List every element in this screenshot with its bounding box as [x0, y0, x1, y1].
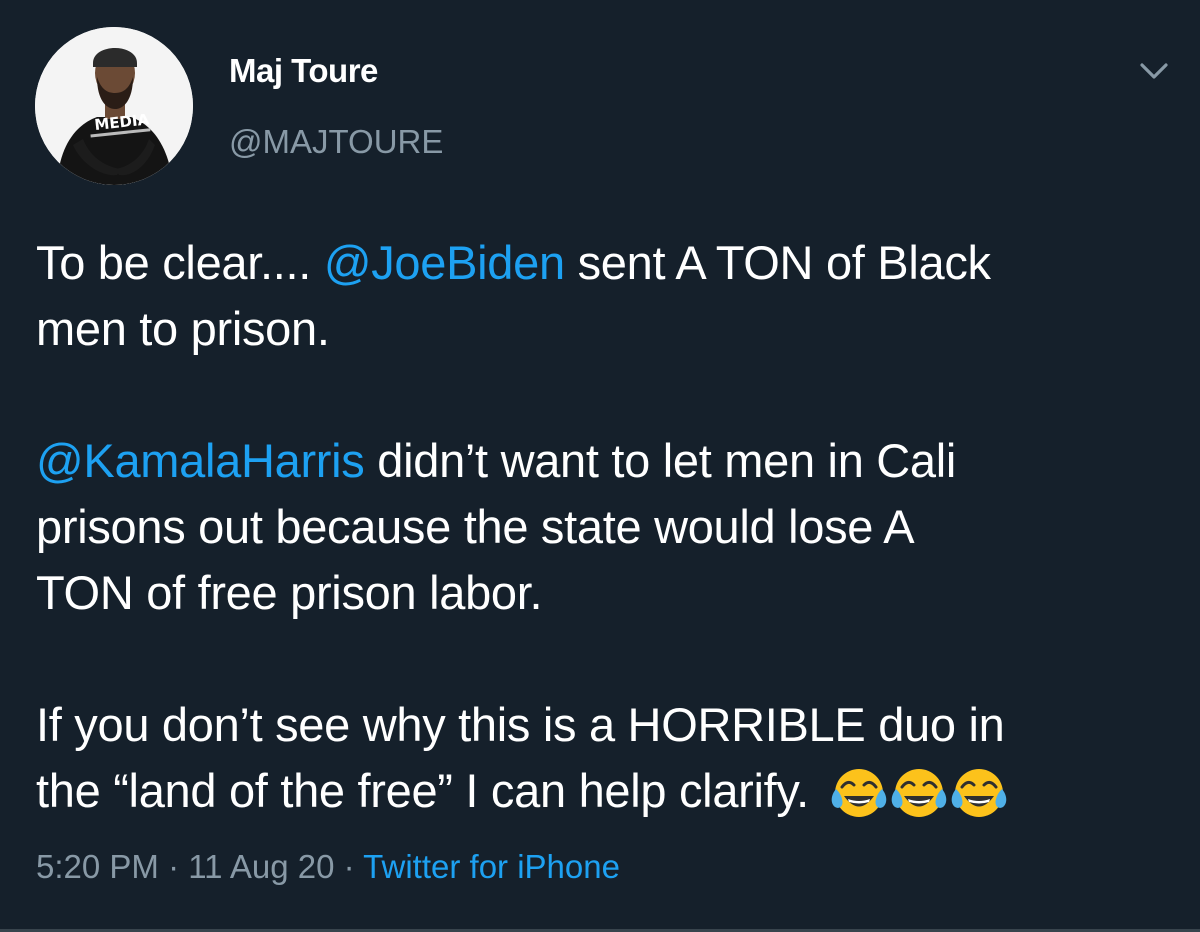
tweet-line: @KamalaHarris didn’t want to let men in …	[36, 428, 1176, 494]
text-segment: sent A TON of Black	[564, 236, 991, 289]
tweet-line: prisons out because the state would lose…	[36, 500, 915, 553]
face-with-tears-of-joy-icon	[890, 763, 948, 821]
mention-link-joebiden[interactable]: @JoeBiden	[324, 236, 565, 289]
tweet-time[interactable]: 5:20 PM	[36, 848, 159, 885]
tweet-text: To be clear.... @JoeBiden sent A TON of …	[36, 230, 1176, 824]
face-with-tears-of-joy-icon	[830, 763, 888, 821]
paragraph-break	[36, 626, 1176, 692]
tweet-line: To be clear.... @JoeBiden sent A TON of …	[36, 230, 1176, 296]
avatar-photo: MEDIA	[35, 27, 193, 185]
tweet-line: TON of free prison labor.	[36, 566, 543, 619]
user-handle[interactable]: @MAJTOURE	[229, 123, 443, 161]
text-segment: the “land of the free” I can help clarif…	[36, 764, 822, 817]
emoji-group	[830, 762, 1010, 828]
chevron-down-icon[interactable]	[1138, 58, 1170, 84]
tweet-card: MEDIA Maj Toure @MAJTOURE To be clear...…	[0, 0, 1200, 932]
separator: ·	[158, 848, 189, 885]
mention-link-kamalaharris[interactable]: @KamalaHarris	[36, 434, 365, 487]
face-with-tears-of-joy-icon	[950, 763, 1008, 821]
tweet-line: men to prison.	[36, 302, 330, 355]
tweet-metadata: 5:20 PM · 11 Aug 20 · Twitter for iPhone	[36, 848, 620, 886]
text-segment: To be clear....	[36, 236, 324, 289]
paragraph-break	[36, 362, 1176, 428]
tweet-line: the “land of the free” I can help clarif…	[36, 758, 1176, 824]
tweet-date[interactable]: 11 Aug 20	[188, 848, 334, 885]
separator: ·	[334, 848, 364, 885]
display-name[interactable]: Maj Toure	[229, 52, 378, 90]
tweet-source-link[interactable]: Twitter for iPhone	[363, 848, 620, 885]
tweet-line: If you don’t see why this is a HORRIBLE …	[36, 698, 1005, 751]
avatar[interactable]: MEDIA	[35, 27, 193, 185]
text-segment: didn’t want to let men in Cali	[364, 434, 957, 487]
